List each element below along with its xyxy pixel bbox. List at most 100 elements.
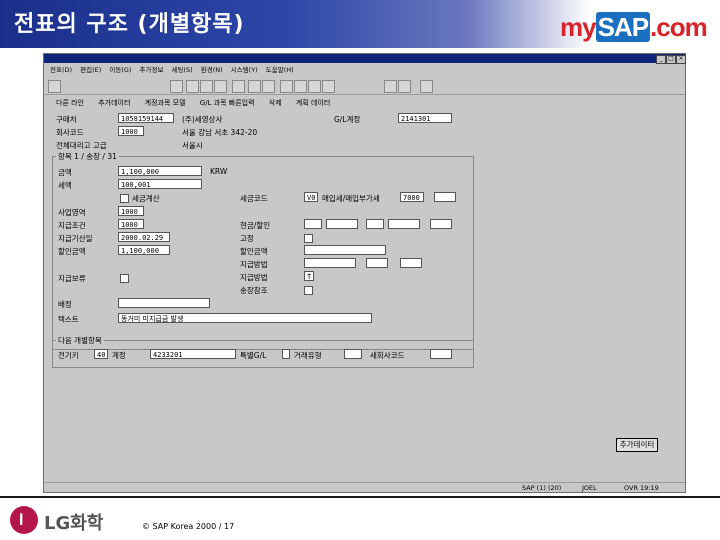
assignment-label: 배정: [58, 300, 72, 309]
close-icon[interactable]: ×: [676, 55, 686, 64]
status-bar: SAP (1) (20) JOEL OVR 19:19: [44, 482, 685, 493]
tax-info-label: 전체대리고 고급: [56, 141, 107, 150]
sap-window: _ □ × 전표(D) 편집(E) 이동(G) 추가정보 세팅(S) 환경(N)…: [43, 53, 686, 493]
next-page-icon[interactable]: [308, 80, 321, 93]
new-session-icon[interactable]: [384, 80, 397, 93]
menu-item-goto[interactable]: 이동(G): [109, 64, 131, 76]
logo-sap: SAP: [595, 12, 651, 42]
menu-item-system[interactable]: 시스템(Y): [231, 64, 258, 76]
calculate-tax-checkbox[interactable]: [120, 194, 129, 203]
settlement-label: 지급방법: [240, 273, 268, 282]
currency-label: KRW: [210, 167, 228, 176]
discount-amount-field[interactable]: 1,100,000: [118, 245, 170, 255]
more-data-button[interactable]: 추가데이터: [616, 438, 658, 452]
toolbar-delete[interactable]: 삭제: [269, 96, 282, 110]
cash-discount-pct-2[interactable]: [388, 219, 420, 229]
print-icon[interactable]: [232, 80, 245, 93]
shortcut-icon[interactable]: [398, 80, 411, 93]
minimize-icon[interactable]: _: [656, 55, 666, 64]
gl-account-label: G/L계정: [334, 115, 361, 124]
fixed-checkbox[interactable]: [304, 234, 313, 243]
footer-divider: [0, 496, 720, 498]
exit-icon[interactable]: [200, 80, 213, 93]
payment-method-field-3[interactable]: [400, 258, 422, 268]
menu-item-document[interactable]: 전표(D): [50, 64, 72, 76]
menu-item-edit[interactable]: 편집(E): [80, 64, 101, 76]
cancel-icon[interactable]: [214, 80, 227, 93]
tax-code-label: 세금코드: [240, 194, 268, 203]
cash-discount-days-2[interactable]: [366, 219, 384, 229]
invoice-reference-label: 송장참조: [240, 286, 268, 295]
copyright-text: © SAP Korea 2000 / 17: [142, 522, 235, 531]
payment-block-checkbox[interactable]: [120, 274, 129, 283]
next-item-group-title: 다음 개별항목: [56, 335, 104, 346]
amount-field[interactable]: 1,100,000: [118, 166, 202, 176]
status-system: SAP (1) (20): [522, 484, 562, 492]
save-icon[interactable]: [170, 80, 183, 93]
vendor-field[interactable]: 1058159144: [118, 113, 174, 123]
help-icon[interactable]: [420, 80, 433, 93]
lg-logo-icon: [10, 506, 38, 534]
text-field[interactable]: 동거미 미지급금 발생: [118, 313, 372, 323]
baseline-date-label: 지급기산일: [58, 234, 93, 243]
menu-item-extras[interactable]: 추가정보: [140, 64, 164, 76]
tax-jurisdiction-field[interactable]: 7000: [400, 192, 424, 202]
find-next-icon[interactable]: [262, 80, 275, 93]
toolbar-plan-data[interactable]: 계획 데이터: [296, 96, 330, 110]
menu-item-environment[interactable]: 환경(N): [201, 64, 223, 76]
status-client: JOEL: [582, 484, 597, 492]
posting-key-field[interactable]: 40: [94, 349, 108, 359]
vendor-address: 서울 강남 서초 342-20: [182, 128, 258, 137]
prev-page-icon[interactable]: [294, 80, 307, 93]
toolbar-add-data[interactable]: 추가데이터: [98, 96, 130, 110]
cash-discount-pct-1[interactable]: [326, 219, 358, 229]
toolbar-account-model[interactable]: 계정과목 모델: [145, 96, 186, 110]
transaction-type-field[interactable]: [344, 349, 362, 359]
logo-my: my: [560, 12, 597, 42]
text-label: 텍스트: [58, 315, 79, 324]
payment-terms-field[interactable]: 1000: [118, 219, 144, 229]
fixed-label: 고정: [240, 234, 254, 243]
last-page-icon[interactable]: [322, 80, 335, 93]
special-gl-field[interactable]: [282, 349, 290, 359]
menu-item-help[interactable]: 도움말(H): [266, 64, 294, 76]
vendor-label: 구매처: [56, 115, 77, 124]
assignment-field[interactable]: [118, 298, 210, 308]
payment-method-field[interactable]: [304, 258, 356, 268]
business-area-field[interactable]: 1000: [118, 206, 144, 216]
toolbar-gl-fast-entry[interactable]: G/L 과목 빠른입력: [200, 96, 255, 110]
cash-discount-days-3[interactable]: [430, 219, 452, 229]
application-toolbar: 다른 라인 추가데이터 계정과목 모델 G/L 과목 빠른입력 삭제 계획 데이…: [44, 96, 685, 110]
first-page-icon[interactable]: [280, 80, 293, 93]
new-company-code-field[interactable]: [430, 349, 452, 359]
account-field[interactable]: 4233201: [150, 349, 236, 359]
company-code-label: 회사코드: [56, 128, 84, 137]
baseline-date-field[interactable]: 2000.02.29: [118, 232, 170, 242]
check-icon[interactable]: [48, 80, 61, 93]
tax-amount-field[interactable]: 100,001: [118, 179, 202, 189]
gl-account-field[interactable]: 2141301: [398, 113, 452, 123]
cash-discount-days-1[interactable]: [304, 219, 322, 229]
calculate-tax-label: 세금계산: [132, 194, 160, 203]
toolbar-other-line[interactable]: 다른 라인: [56, 96, 84, 110]
entry-screen: 구매처 1058159144 (주)세영상사 G/L계정 2141301 회사코…: [44, 112, 685, 480]
maximize-icon[interactable]: □: [666, 55, 676, 64]
tax-extra-field[interactable]: [434, 192, 456, 202]
tax-code-field[interactable]: V0: [304, 192, 318, 202]
discount-base-field[interactable]: [304, 245, 386, 255]
window-title-bar: [44, 54, 685, 63]
menu-item-settings[interactable]: 세팅(S): [172, 64, 193, 76]
discount-base-label: 할인금액: [240, 247, 268, 256]
invoice-reference-checkbox[interactable]: [304, 286, 313, 295]
new-company-code-label: 새회사코드: [370, 351, 405, 360]
line-item-group-title: 항목 1 / 송장 / 31: [56, 151, 119, 162]
status-time: OVR 19:19: [624, 484, 659, 492]
back-icon[interactable]: [186, 80, 199, 93]
company-code-field[interactable]: 1000: [118, 126, 144, 136]
settlement-field[interactable]: T: [304, 271, 314, 281]
find-icon[interactable]: [248, 80, 261, 93]
standard-toolbar: [44, 78, 685, 95]
menu-bar: 전표(D) 편집(E) 이동(G) 추가정보 세팅(S) 환경(N) 시스템(Y…: [44, 64, 685, 76]
payment-method-field-2[interactable]: [366, 258, 388, 268]
account-label: 계정: [112, 351, 126, 360]
